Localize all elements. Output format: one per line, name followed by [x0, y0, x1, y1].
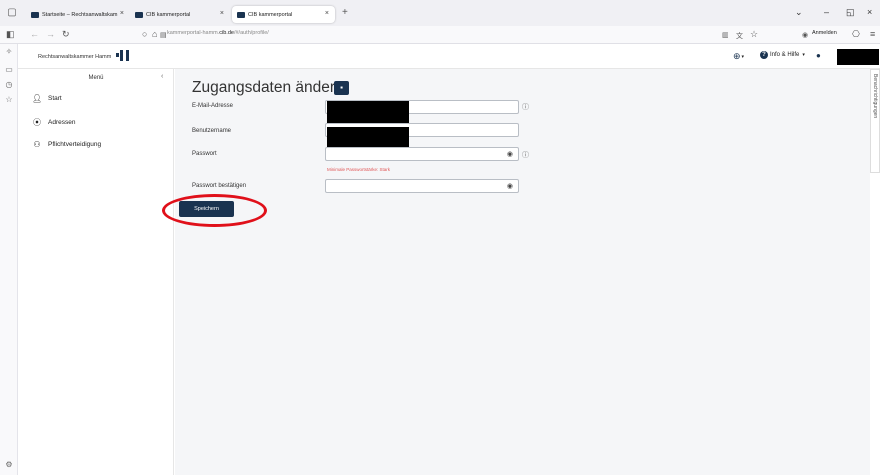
red-annotation-ellipse: [162, 194, 267, 227]
redacted-username-field: [327, 127, 409, 148]
tab-label: CIB kammerportal: [248, 11, 293, 18]
close-window-icon[interactable]: ×: [867, 7, 872, 17]
notifications-side-tab[interactable]: Benachrichtigungen: [870, 69, 880, 173]
navigation-bar: ◧ ← → ↻ ○ ⌂ ▤ kammerportal-hamm.cib.de/#…: [0, 26, 880, 44]
translate-icon[interactable]: 文: [736, 31, 743, 41]
info-circle-icon[interactable]: ⓘ: [522, 150, 529, 160]
browser-tab[interactable]: CIB kammerportal ×: [130, 6, 230, 23]
extensions-icon[interactable]: ⎔: [852, 29, 860, 40]
sidebar-toggle-icon[interactable]: ◧: [6, 29, 15, 40]
user-menu[interactable]: ●: [816, 51, 821, 60]
page-icon: ▤: [160, 32, 167, 39]
menu-item-label: Start: [48, 95, 62, 102]
location-pin-icon: ⦿: [33, 118, 41, 127]
url-path: /#/auth/profile/: [233, 30, 269, 36]
people-icon: ⚇: [33, 140, 41, 149]
question-icon: ?: [760, 51, 768, 59]
password-field[interactable]: ◉: [325, 147, 519, 161]
email-label: E-Mail-Adresse: [192, 103, 234, 109]
menu-icon[interactable]: ≡: [870, 29, 875, 39]
lock-icon[interactable]: ⌂: [152, 29, 157, 39]
chevron-down-icon: ▾: [802, 52, 805, 58]
notifications-tab-label: Benachrichtigungen: [872, 74, 878, 119]
app-header: Rechtsanwaltskammer Hamm ⊕ ▾ ? Info & Hi…: [18, 44, 880, 69]
history-icon[interactable]: ◷: [4, 80, 14, 89]
tab-label: Startseite – Rechtsanwaltskam: [42, 11, 118, 18]
menu-item-label: Pflichtverteidigung: [48, 141, 102, 148]
menu-item-label: Adressen: [48, 119, 76, 126]
favicon-icon: [237, 11, 245, 18]
menu-title: Menü: [88, 75, 104, 81]
close-tab-icon[interactable]: ×: [325, 10, 329, 17]
browser-tab[interactable]: Startseite – Rechtsanwaltskam ×: [26, 6, 130, 23]
settings-gear-icon[interactable]: ⚙: [4, 460, 14, 469]
info-help-label: Info & Hilfe: [770, 52, 800, 58]
globe-icon: ⊕: [733, 51, 741, 61]
favicon-icon: [31, 11, 39, 18]
close-tab-icon[interactable]: ×: [120, 10, 124, 17]
url-field[interactable]: kammerportal-hamm.cib.de/#/auth/profile/: [167, 30, 269, 36]
browser-sidebar-rail: ✧ ▭ ◷ ☆ ⚙: [0, 44, 18, 475]
signin-button[interactable]: Anmelden: [812, 30, 837, 36]
password-confirm-label: Passwort bestätigen: [192, 183, 247, 189]
eye-icon[interactable]: ◉: [507, 150, 513, 158]
brand-name: Rechtsanwaltskammer Hamm: [38, 54, 112, 60]
info-circle-icon[interactable]: ⓘ: [522, 102, 529, 112]
account-icon[interactable]: ◉: [802, 31, 808, 39]
bookmarks-icon[interactable]: ☆: [4, 95, 14, 104]
url-prefix: kammerportal-hamm.: [167, 30, 220, 36]
username-label: Benutzername: [192, 128, 232, 134]
password-label: Passwort: [192, 151, 217, 157]
menu-item-pflichtverteidigung[interactable]: ⚇ Pflichtverteidigung: [32, 140, 101, 149]
redacted-email: [327, 101, 409, 124]
user-icon: 👤︎: [32, 94, 43, 103]
side-menu: Menü ‹ 👤︎ Start ⦿ Adressen ⚇ Pflichtvert…: [18, 69, 174, 475]
back-icon[interactable]: ←: [30, 29, 39, 39]
shield-icon[interactable]: ○: [142, 29, 147, 39]
minimize-icon[interactable]: –: [824, 7, 829, 17]
favicon-icon: [135, 11, 143, 18]
tab-label: CIB kammerportal: [146, 11, 191, 18]
reader-view-icon[interactable]: ▥: [722, 31, 729, 39]
collapse-menu-icon[interactable]: ‹: [161, 73, 163, 80]
browser-tab-active[interactable]: CIB kammerportal ×: [232, 6, 335, 23]
forward-icon[interactable]: →: [46, 29, 55, 39]
bookmark-star-icon[interactable]: ☆: [750, 29, 758, 40]
language-selector[interactable]: ⊕ ▾: [733, 51, 744, 62]
chevron-down-icon[interactable]: ⌄: [795, 7, 803, 18]
password-confirm-field[interactable]: ◉: [325, 179, 519, 193]
menu-item-adressen[interactable]: ⦿ Adressen: [32, 117, 75, 128]
brand-logo: [116, 50, 129, 61]
eye-icon[interactable]: ◉: [507, 182, 513, 190]
info-help-menu[interactable]: ? Info & Hilfe ▾: [760, 51, 805, 59]
url-domain: cib.de: [219, 30, 234, 36]
main-content: [175, 69, 870, 475]
tab-list-icon[interactable]: ▢: [6, 7, 18, 18]
page-title: Zugangsdaten ändern: [192, 79, 344, 96]
new-tab-icon[interactable]: +: [342, 7, 348, 18]
password-strength-hint: Minimale Passwortstärke: Stark: [327, 167, 391, 172]
menu-item-start[interactable]: 👤︎ Start: [32, 94, 62, 103]
info-badge-icon[interactable]: ▪: [334, 81, 349, 95]
chevron-down-icon: ▾: [741, 53, 745, 60]
reload-icon[interactable]: ↻: [62, 29, 70, 40]
redacted-username: [837, 49, 879, 65]
browser-tab-bar: ▢ Startseite – Rechtsanwaltskam × CIB ka…: [0, 0, 880, 26]
ai-sparkle-icon[interactable]: ✧: [4, 47, 14, 56]
restore-icon[interactable]: ◱: [846, 7, 855, 18]
user-icon: ●: [816, 51, 821, 60]
close-tab-icon[interactable]: ×: [220, 10, 224, 17]
tabs-icon[interactable]: ▭: [4, 65, 14, 74]
